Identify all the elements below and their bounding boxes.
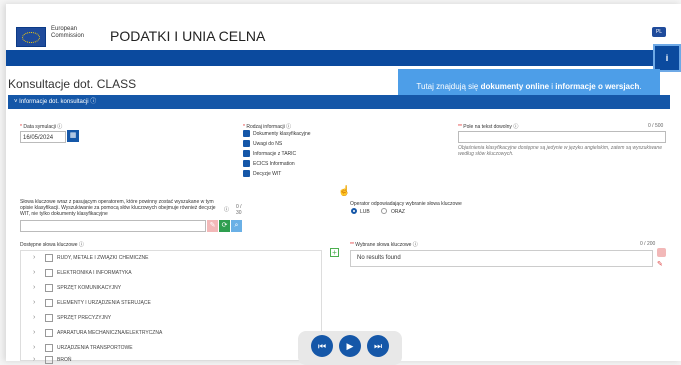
chevron-right-icon[interactable]: › [33,355,41,365]
tree-item-label: APARATURA MECHANICZNA/ELEKTRYCZNA [57,330,163,336]
checkbox-label: Uwagi do NS [253,141,283,147]
keywords-input[interactable] [20,220,206,232]
tree-checkbox[interactable] [45,298,53,307]
tooltip-bold1: dokumenty online [480,82,550,91]
checkbox-taric[interactable] [243,150,250,157]
add-keyword-icon[interactable]: + [330,248,339,257]
available-keywords-tree[interactable]: › RUDY, METALE I ZWIĄZKI CHEMICZNE › ELEKT… [20,250,322,364]
tree-item[interactable]: › ELEKTRONIKA I INFORMATYKA [33,268,132,278]
tree-item[interactable]: › RUDY, METALE I ZWIĄZKI CHEMICZNE [33,253,149,263]
eraser-icon[interactable]: ✎ [657,260,663,268]
tree-checkbox[interactable] [45,343,53,352]
tree-checkbox[interactable] [45,355,53,364]
chevron-right-icon[interactable]: › [33,253,41,263]
tree-item[interactable]: › BROŃ [33,355,71,365]
tree-checkbox[interactable] [45,268,53,277]
checkbox-ns[interactable] [243,140,250,147]
remove-keyword-button[interactable] [657,248,666,257]
free-text-counter: 0 / 500 [648,123,664,129]
selected-counter: 0 / 200 [640,241,656,247]
tree-item-label: URZĄDZENIA TRANSPORTOWE [57,345,133,351]
keywords-help-icon[interactable]: ⓘ [224,206,229,213]
date-label-text: Data symulacji [23,124,56,130]
chevron-right-icon[interactable]: › [33,283,41,293]
checkbox-label: Dokumenty klasyfikacyjne [253,131,311,137]
eu-flag-logo[interactable] [16,27,46,47]
radio-and[interactable] [381,208,387,214]
calendar-icon[interactable]: ▦ [67,130,79,142]
selected-keywords-list[interactable]: No results found [350,250,653,267]
tree-item[interactable]: › SPRZĘT KOMUNIKACYJNY [33,283,121,293]
tree-item[interactable]: › APARATURA MECHANICZNA/ELEKTRYCZNA [33,328,162,338]
header: European Commission PODATKI I UNIA CELNA… [6,4,681,50]
tree-item-label: RUDY, METALE I ZWIĄZKI CHEMICZNE [57,255,149,261]
tooltip-suffix: . [639,82,642,91]
chevron-right-icon[interactable]: › [33,313,41,323]
selected-label: ** Wybrane słowa kluczowe ⓘ [350,242,418,248]
site-title: PODATKI I UNIA CELNA [110,28,266,44]
tooltip-prefix: Tutaj znajdują się [416,82,481,91]
search-keyword-button[interactable]: ⌕ [231,220,242,232]
no-results-text: No results found [357,255,401,261]
available-label-text: Dostępne słowa kluczowe [20,242,78,248]
checkbox-doc[interactable] [243,130,250,137]
previous-icon[interactable]: ⏮ [311,335,333,357]
date-field[interactable]: 16/05/2024 [20,131,66,143]
free-text-label: ** Pole na tekst dowolny ⓘ [458,124,519,130]
tree-item-label: ELEMENTY I URZĄDZENIA STERUJĄCE [57,300,151,306]
tree-item[interactable]: › ELEMENTY I URZĄDZENIA STERUJĄCE [33,298,151,308]
keywords-label: Słowa kluczowe wraz z pasującym operator… [20,199,216,217]
language-badge[interactable]: PL [652,27,666,37]
selected-label-text: Wybrane słowa kluczowe [355,242,412,248]
radio-and-label: ORAZ [391,209,405,215]
ec-line1: European [51,26,78,32]
chevron-right-icon[interactable]: › [33,268,41,278]
radio-or[interactable] [351,208,357,214]
tree-item-label: SPRZĘT KOMUNIKACYJNY [57,285,122,291]
checkbox-label: ECICS Information [253,161,295,167]
operator-label: Operator odpowiadający wybranie słowa kl… [350,201,462,207]
info-type-label-text: Rodzaj informacji [246,124,285,130]
radio-or-label: LUB [360,209,370,215]
checkbox-label: Decyzje WIT [253,171,282,177]
tree-item-label: ELEKTRONIKA I INFORMATYKA [57,270,132,276]
tree-checkbox[interactable] [45,253,53,262]
free-text-label-text: Pole na tekst dowolny [463,124,512,130]
available-label: Dostępne słowa kluczowe ⓘ [20,242,84,248]
page-title: Konsultacje dot. CLASS [8,77,137,91]
play-icon[interactable]: ▶ [339,335,361,357]
ec-line2: Commission [51,33,85,39]
tree-item-label: BROŃ [57,357,72,363]
next-icon[interactable]: ⏭ [367,335,389,357]
checkbox-wit[interactable] [243,170,250,177]
ec-logo-text: European Commission [51,26,84,40]
tree-checkbox[interactable] [45,313,53,322]
chevron-right-icon[interactable]: › [33,343,41,353]
tree-item[interactable]: › SPRZĘT PRECYZYJNY [33,313,111,323]
clear-keyword-button[interactable]: ✎ [207,220,218,232]
section-title: Informacje dot. konsultacji [19,99,89,105]
checkbox-label: Informacje z TARIC [253,151,297,157]
tree-item[interactable]: › URZĄDZENIA TRANSPORTOWE [33,343,133,353]
tree-checkbox[interactable] [45,328,53,337]
add-keyword-button[interactable]: ⟳ [219,220,230,232]
chevron-right-icon[interactable]: › [33,298,41,308]
top-nav-bar [6,50,681,66]
free-text-note: Objaśnienia klasyfikacyjne dostępne są j… [458,145,662,157]
tree-checkbox[interactable] [45,283,53,292]
help-icon[interactable]: ⓘ [90,99,96,105]
section-header[interactable]: ˅ Informacje dot. konsultacji ⓘ [8,95,670,109]
chevron-right-icon[interactable]: › [33,328,41,338]
tooltip-bold2: informacje o wersjach [555,82,640,91]
info-type-label: * Rodzaj informacji ⓘ [243,124,292,130]
hand-cursor-icon: ☝ [338,186,351,197]
keywords-counter: 0 / 30 [236,204,242,216]
date-label: * Data symulacji ⓘ [20,124,63,130]
checkbox-ecics[interactable] [243,160,250,167]
info-icon[interactable]: i [653,44,681,72]
free-text-input[interactable] [458,131,666,143]
tree-item-label: SPRZĘT PRECYZYJNY [57,315,112,321]
